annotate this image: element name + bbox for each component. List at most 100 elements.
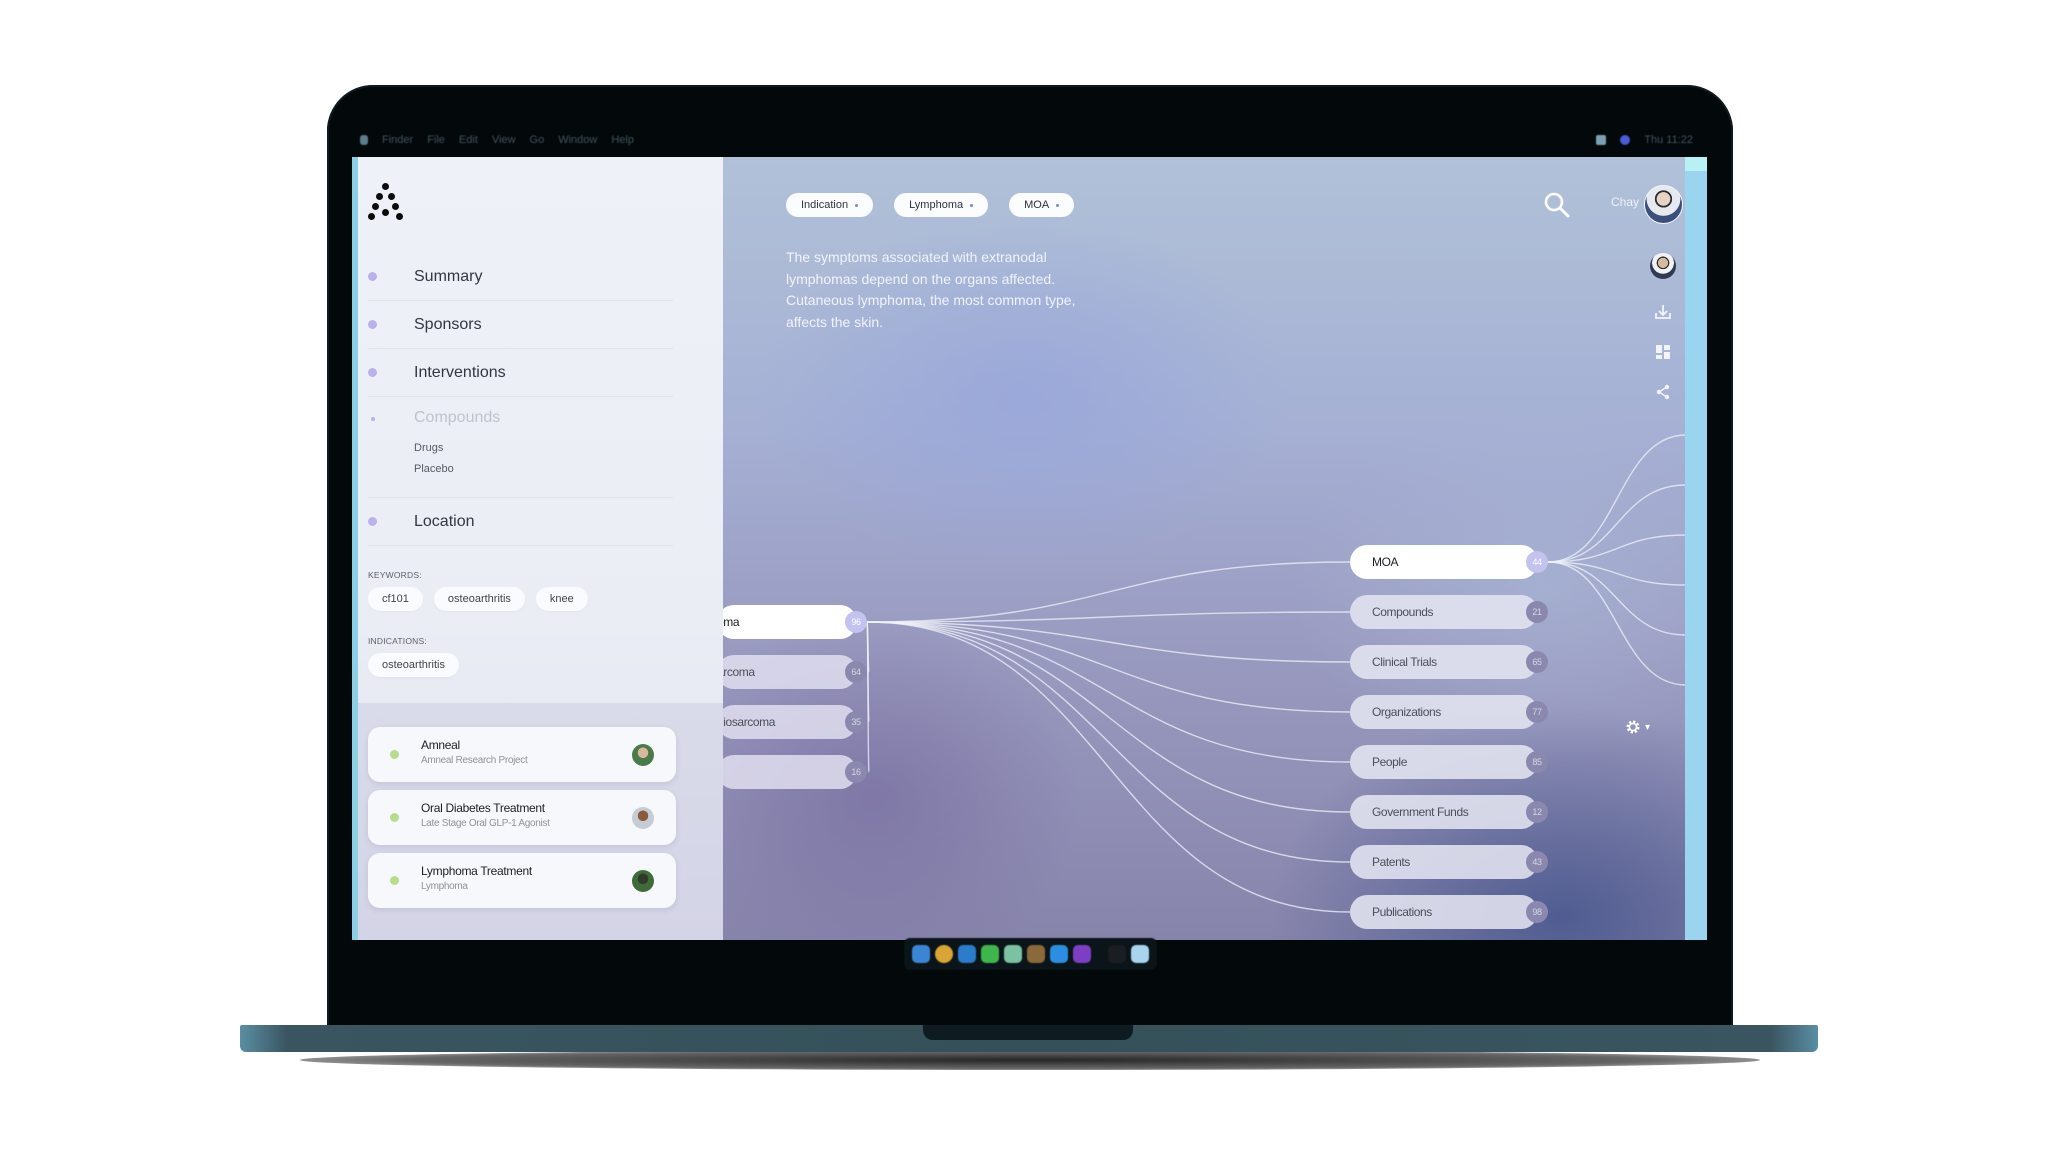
filter-chip-moa[interactable]: MOA [1009,193,1075,217]
tree-node-mid[interactable]: Publications 98 [1350,895,1548,929]
tree-node-left[interactable]: oma 96 [717,605,867,639]
sidebar-item-sponsors[interactable]: Sponsors [368,301,673,349]
dock-maps-icon[interactable] [1004,945,1022,963]
keyword-chip[interactable]: osteoarthritis [433,587,525,611]
tree-edge [1547,434,1685,563]
menubar-item-file[interactable]: File [427,134,445,146]
description-text: The symptoms associated with extranodal … [786,249,1076,330]
menubar-item-window[interactable]: Window [558,134,597,146]
indications-label: INDICATIONS: [368,636,427,646]
sidebar-item-compounds[interactable]: Compounds Drugs Placebo [368,397,673,498]
tree-node-mid[interactable]: Organizations 77 [1350,695,1548,729]
tree-node-left[interactable]: arcoma 64 [717,655,867,689]
node-label: Patents [1372,855,1410,869]
node-count-badge: 21 [1526,601,1548,623]
sidebar-subitem-placebo[interactable]: Placebo [414,463,454,475]
filter-chip-lymphoma[interactable]: Lymphoma [894,193,989,217]
tree-edge [866,621,870,773]
menubar-item-help[interactable]: Help [611,134,634,146]
node-label: giosarcoma [717,715,776,729]
collaborator-avatar[interactable] [1650,253,1676,279]
laptop-shadow [300,1050,1760,1070]
window-edge [352,157,358,940]
search-icon[interactable] [1543,191,1571,219]
dock [904,938,1157,970]
tree-node-left[interactable]: 16 [717,755,867,789]
keyword-chips: cf101 osteoarthritis knee [368,587,588,611]
dock-appstore-icon[interactable] [1050,945,1068,963]
tree-node-left[interactable]: giosarcoma 35 [717,705,867,739]
sidebar-item-interventions[interactable]: Interventions [368,349,673,397]
sidebar-item-location[interactable]: Location [368,498,673,546]
node-count-badge: 96 [845,611,867,633]
main-canvas: oma 96 arcoma 64 giosarcoma 35 16 MOA 44 Compound… [717,157,1707,940]
remove-filter-dot[interactable] [1056,203,1060,207]
dock-finder-icon[interactable] [912,945,930,963]
dock-chrome-icon[interactable] [935,945,953,963]
dock-trash-icon[interactable] [1131,945,1149,963]
download-icon[interactable] [1650,299,1676,325]
tree-edge [1547,484,1685,563]
dock-mail-icon[interactable] [958,945,976,963]
tree-node-mid[interactable]: MOA 44 [1350,545,1548,579]
sidebar-item-summary[interactable]: Summary [368,253,673,301]
remove-filter-dot[interactable] [855,203,859,207]
node-label: Government Funds [1372,805,1469,819]
keyword-chip[interactable]: cf101 [368,587,423,611]
status-dot [390,876,399,885]
dock-messages-icon[interactable] [981,945,999,963]
node-count-badge: 77 [1526,701,1548,723]
app-logo[interactable] [368,183,404,223]
node-count-badge: 85 [1526,751,1548,773]
tree-edge [866,621,1351,813]
dashboard-icon[interactable] [1650,339,1676,365]
laptop-notch [923,1025,1133,1040]
bullet-icon [368,368,377,377]
node-count-badge: 44 [1526,551,1548,573]
remove-filter-dot[interactable] [970,203,974,207]
apple-icon[interactable] [360,135,368,145]
caret-down-icon: ▾ [1645,721,1651,733]
share-icon[interactable] [1650,379,1676,405]
tree-node-mid[interactable]: People 85 [1350,745,1548,779]
avatar [632,806,654,829]
username-label: Chay [1611,195,1640,209]
avatar [632,743,654,766]
menubar-item-go[interactable]: Go [530,134,545,146]
node-count-badge: 65 [1526,651,1548,673]
menubar-item-edit[interactable]: Edit [459,134,478,146]
dock-activity-icon[interactable] [1108,945,1126,963]
sidebar-subitem-drugs[interactable]: Drugs [414,442,443,454]
dock-podcasts-icon[interactable] [1073,945,1091,963]
filter-chip-indication[interactable]: Indication [786,193,874,217]
project-list: Amneal Amneal Research Project Oral Diab… [358,703,723,940]
menubar-item-finder[interactable]: Finder [382,134,413,146]
node-count-badge: 12 [1526,801,1548,823]
bullet-icon [371,417,375,421]
settings-menu[interactable]: ▾ [1625,719,1650,735]
node-label: People [1372,755,1407,769]
control-center-icon[interactable] [1596,135,1607,145]
os-menubar: Finder File Edit View Go Window Help Thu 11:22 [352,125,1707,155]
project-card[interactable]: Amneal Amneal Research Project [368,727,676,782]
status-dot [390,813,399,822]
indication-chip[interactable]: osteoarthritis [368,653,459,677]
dock-notes-icon[interactable] [1027,945,1045,963]
project-card[interactable]: Oral Diabetes Treatment Late Stage Oral … [368,790,676,845]
tree-edge [1547,561,1685,586]
user-avatar[interactable] [1644,185,1683,224]
node-count-badge: 35 [845,711,867,733]
project-card[interactable]: Lymphoma Treatment Lymphoma [368,853,676,908]
sidebar: Summary Sponsors Interventions Compounds… [358,157,723,940]
keyword-chip[interactable]: knee [535,587,588,611]
siri-icon[interactable] [1620,135,1631,145]
tree-node-mid[interactable]: Clinical Trials 65 [1350,645,1548,679]
menubar-item-view[interactable]: View [492,134,516,146]
window-edge [1685,157,1707,171]
node-count-badge: 16 [845,761,867,783]
tree-node-mid[interactable]: Patents 43 [1350,845,1548,879]
tree-edge [866,621,1351,713]
tree-node-mid[interactable]: Compounds 21 [1350,595,1548,629]
tree-node-mid[interactable]: Government Funds 12 [1350,795,1548,829]
indication-chips: osteoarthritis [368,653,459,677]
